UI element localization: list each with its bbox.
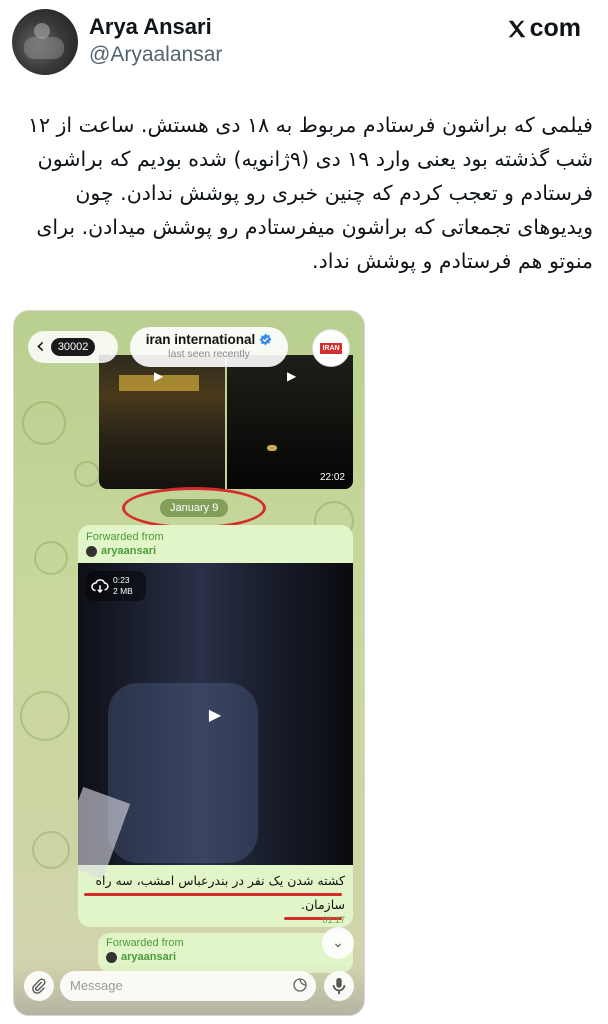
caption-line-2: سازمان. bbox=[301, 897, 345, 912]
channel-name: iran international bbox=[145, 332, 256, 347]
video-duration: 0:23 bbox=[113, 575, 130, 585]
wallpaper-doodle bbox=[20, 691, 70, 741]
back-button[interactable]: ‹ 30002 bbox=[28, 331, 118, 363]
wallpaper-doodle bbox=[22, 401, 66, 445]
message-input[interactable]: Message bbox=[60, 971, 316, 1001]
wallpaper-doodle bbox=[34, 541, 68, 575]
message-time: 22:02 bbox=[319, 472, 345, 483]
annotation-underline bbox=[84, 893, 342, 896]
video-player[interactable]: 0:23 2 MB ▶ bbox=[78, 563, 353, 865]
verified-badge-icon bbox=[259, 333, 272, 346]
forwarded-from-user[interactable]: aryaansari bbox=[86, 545, 156, 557]
attach-button[interactable] bbox=[24, 971, 54, 1001]
x-logo-icon bbox=[508, 20, 525, 37]
paperclip-icon bbox=[32, 978, 46, 994]
x-com-brand: com bbox=[506, 14, 581, 43]
caption-line-1: کشته شدن یک نفر در بندرعباس امشب، سه راه bbox=[95, 873, 345, 888]
channel-avatar[interactable]: IRAN bbox=[312, 329, 350, 367]
download-button[interactable]: 0:23 2 MB bbox=[86, 571, 146, 601]
chevron-left-icon: ‹ bbox=[36, 334, 45, 359]
x-com-text: com bbox=[529, 14, 581, 42]
channel-status: last seen recently bbox=[168, 348, 250, 360]
chevron-down-icon: ⌄ bbox=[332, 935, 344, 951]
message-bubble[interactable]: Forwarded from aryaansari 0:23 2 MB ▶ کش… bbox=[78, 525, 353, 927]
play-icon[interactable]: ▶ bbox=[202, 701, 228, 727]
author-avatar[interactable] bbox=[12, 9, 78, 75]
video-album[interactable]: ▶ ▶ 22:02 bbox=[99, 355, 353, 489]
chat-title[interactable]: iran international last seen recently bbox=[130, 327, 288, 367]
author-handle[interactable]: @Aryaalansar bbox=[89, 43, 222, 67]
wallpaper-doodle bbox=[32, 831, 70, 869]
author-display-name[interactable]: Arya Ansari bbox=[89, 14, 212, 40]
unread-count-badge: 30002 bbox=[50, 338, 96, 356]
annotation-circle bbox=[122, 487, 266, 529]
microphone-icon bbox=[332, 977, 346, 995]
chat-header: ‹ 30002 iran international last seen rec… bbox=[14, 311, 364, 373]
user-avatar bbox=[86, 545, 97, 557]
video-thumbnail[interactable]: ▶ 22:02 bbox=[227, 355, 353, 489]
wallpaper-doodle bbox=[74, 461, 100, 487]
message-composer: Message bbox=[14, 963, 364, 1015]
sticker-icon[interactable] bbox=[292, 977, 308, 993]
tweet-body: فیلمی که براشون فرستادم مربوط به ۱۸ دی ه… bbox=[27, 113, 593, 273]
scroll-down-button[interactable]: ⌄ bbox=[322, 927, 354, 959]
forwarded-username: aryaansari bbox=[101, 545, 157, 557]
forwarded-label: Forwarded from bbox=[106, 937, 184, 949]
channel-logo-text: IRAN bbox=[320, 342, 342, 354]
user-avatar bbox=[106, 951, 117, 963]
forwarded-label: Forwarded from bbox=[86, 531, 164, 543]
download-cloud-icon bbox=[91, 579, 109, 594]
video-thumbnail[interactable]: ▶ bbox=[99, 355, 225, 489]
video-size: 2 MB bbox=[113, 586, 133, 596]
message-time: 01:17 bbox=[322, 915, 345, 925]
attached-screenshot[interactable]: ▶ ▶ 22:02 ‹ 30002 iran international las… bbox=[13, 310, 365, 1016]
forwarded-from-user[interactable]: aryaansari bbox=[106, 951, 176, 963]
forwarded-username: aryaansari bbox=[121, 951, 177, 963]
message-placeholder: Message bbox=[70, 978, 123, 993]
microphone-button[interactable] bbox=[324, 971, 354, 1001]
